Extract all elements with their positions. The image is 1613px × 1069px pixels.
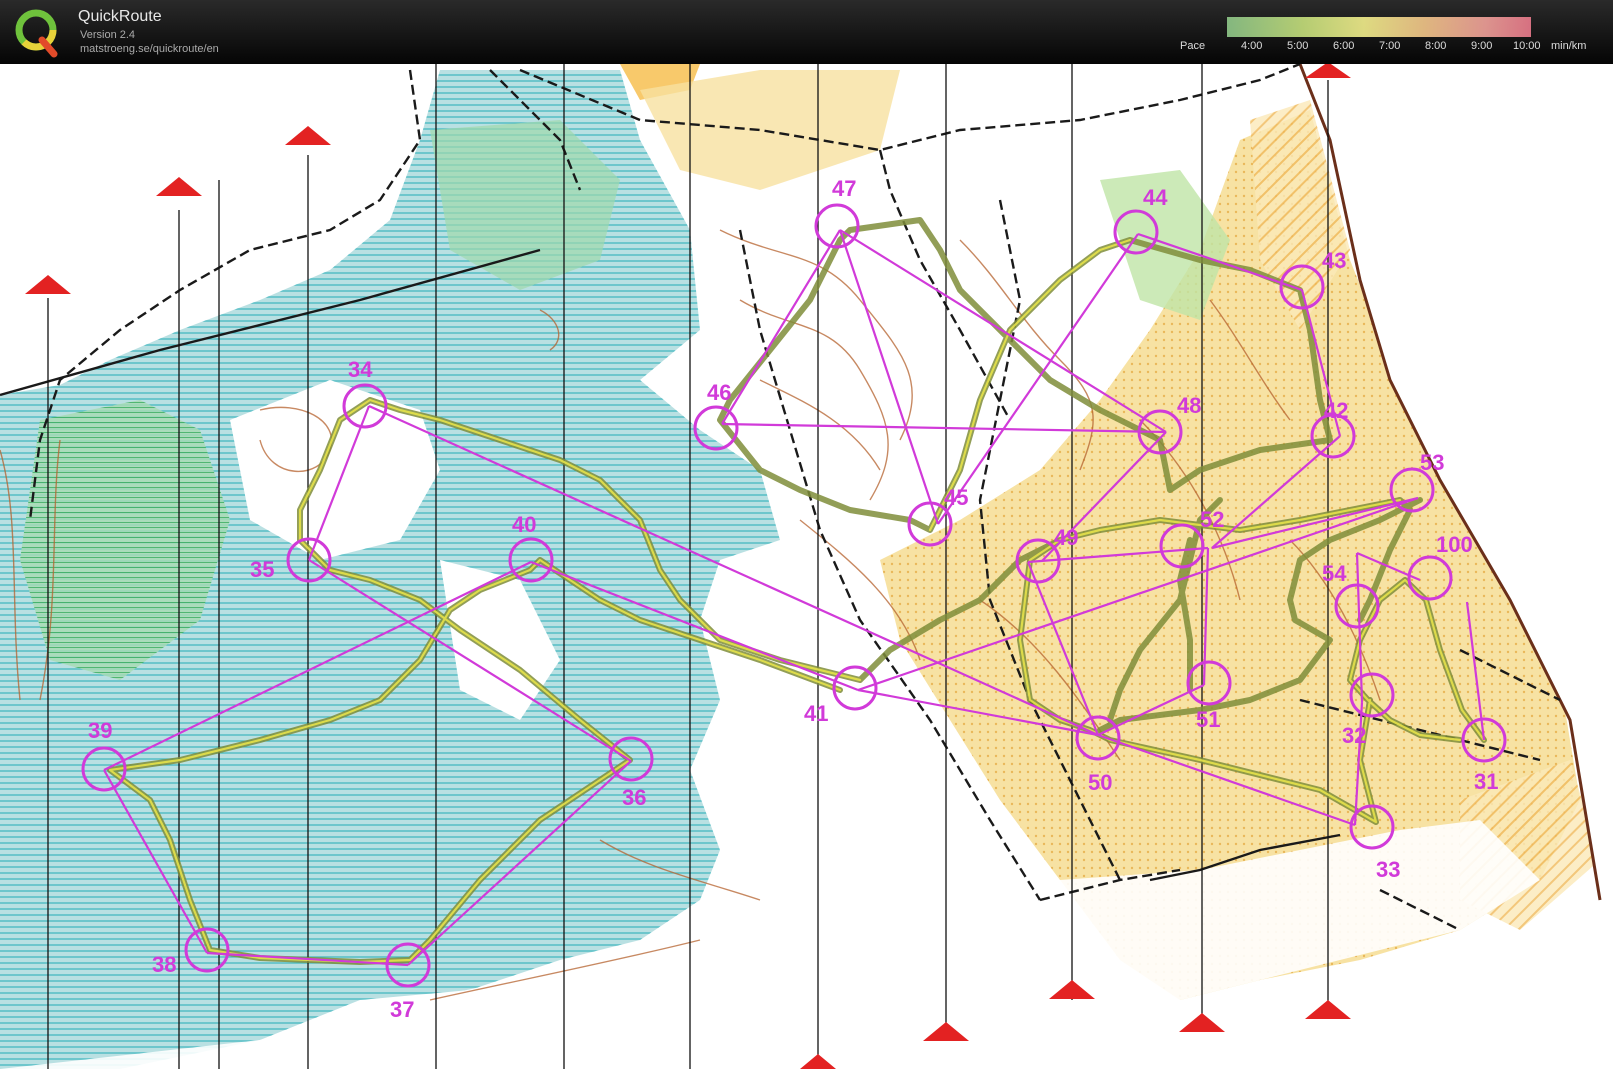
control-label: 33 <box>1376 857 1400 882</box>
quickroute-logo-icon <box>15 9 58 58</box>
pace-unit: min/km <box>1551 40 1587 52</box>
control-label: 48 <box>1177 393 1201 418</box>
control-label: 32 <box>1342 723 1366 748</box>
control-label: 46 <box>707 380 731 405</box>
orienteering-map[interactable]: 31 32 33 34 35 36 37 38 39 40 41 42 43 4… <box>0 64 1613 1069</box>
pace-tick: 6:00 <box>1333 40 1355 52</box>
control-label: 34 <box>348 357 373 382</box>
control-label: 54 <box>1322 561 1347 586</box>
app-name: QuickRoute <box>78 8 162 25</box>
control-label: 49 <box>1054 525 1078 550</box>
control-label: 53 <box>1420 450 1444 475</box>
pace-tick: 4:00 <box>1241 40 1263 52</box>
control-label: 35 <box>250 557 274 582</box>
control-label: 50 <box>1088 770 1112 795</box>
pace-tick: 8:00 <box>1425 40 1447 52</box>
control-label: 51 <box>1196 707 1220 732</box>
quickroute-header: QuickRoute Version 2.4 matstroeng.se/qui… <box>0 0 1613 64</box>
control-label: 42 <box>1324 398 1348 423</box>
control-label: 40 <box>512 512 536 537</box>
control-label: 36 <box>622 785 646 810</box>
control-label: 45 <box>944 485 968 510</box>
control-label: 39 <box>88 718 112 743</box>
pace-color-scale <box>1227 17 1531 37</box>
control-label: 43 <box>1322 248 1346 273</box>
pace-tick: 9:00 <box>1471 40 1493 52</box>
control-label: 47 <box>832 176 856 201</box>
control-label: 37 <box>390 997 414 1022</box>
control-label: 41 <box>804 701 828 726</box>
app-url[interactable]: matstroeng.se/quickroute/en <box>80 43 219 55</box>
control-label: 52 <box>1200 507 1224 532</box>
pace-tick: 7:00 <box>1379 40 1401 52</box>
control-label: 31 <box>1474 769 1498 794</box>
app-version: Version 2.4 <box>80 29 136 41</box>
control-label: 100 <box>1436 532 1473 557</box>
pace-label: Pace <box>1180 40 1206 52</box>
control-label: 44 <box>1143 185 1168 210</box>
pace-tick: 5:00 <box>1287 40 1309 52</box>
pace-tick: 10:00 <box>1513 40 1541 52</box>
control-label: 38 <box>152 952 176 977</box>
